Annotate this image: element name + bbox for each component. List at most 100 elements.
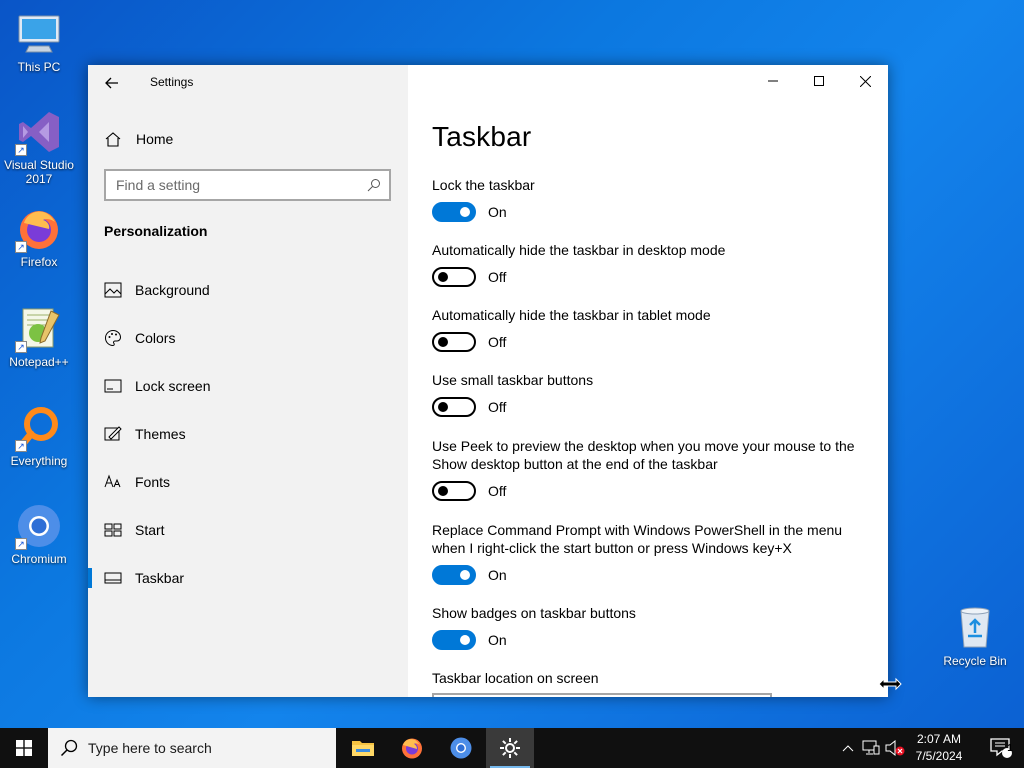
nav-item-background[interactable]: Background — [88, 270, 408, 310]
shortcut-arrow-icon: ↗ — [15, 241, 27, 253]
nav-item-lock-screen[interactable]: Lock screen — [88, 366, 408, 406]
shortcut-arrow-icon: ↗ — [15, 538, 27, 550]
desktop-icon-label: Notepad++ — [9, 355, 69, 369]
desktop-icon-firefox[interactable]: ↗ Firefox — [1, 205, 77, 269]
nav-item-fonts[interactable]: Fonts — [88, 462, 408, 502]
setting-label: Use small taskbar buttons — [432, 372, 594, 388]
setting-location: Taskbar location on screen — [432, 669, 862, 687]
setting-label: Show badges on taskbar buttons — [432, 605, 636, 621]
shortcut-arrow-icon: ↗ — [15, 144, 27, 156]
taskbar-file-explorer[interactable] — [339, 728, 387, 768]
setting-label: Taskbar location on screen — [432, 670, 599, 686]
volume-muted-icon — [885, 740, 905, 756]
home-icon — [105, 132, 121, 147]
clock[interactable]: 2:07 AM 7/5/2024 — [906, 731, 972, 765]
nav-item-label: Fonts — [135, 474, 171, 490]
setting-label: Automatically hide the taskbar in deskto… — [432, 242, 726, 258]
nav-item-label: Start — [135, 522, 165, 538]
fonts-icon — [104, 473, 122, 491]
desktop-icon-label: Firefox — [20, 255, 58, 269]
maximize-icon — [814, 76, 824, 86]
recycle-bin-icon — [951, 603, 999, 651]
visual-studio-icon: ↗ — [15, 108, 63, 156]
nav-item-colors[interactable]: Colors — [88, 318, 408, 358]
toggle-state: On — [488, 632, 507, 648]
show-hidden-icons-button[interactable] — [838, 728, 858, 768]
setting-label: Replace Command Prompt with Windows Powe… — [432, 522, 843, 556]
recycle-bin-label: Recycle Bin — [943, 654, 1007, 668]
back-button[interactable] — [100, 71, 124, 95]
lock-taskbar-toggle[interactable] — [432, 202, 476, 222]
windows-logo-icon — [16, 740, 32, 756]
volume-button[interactable] — [884, 728, 906, 768]
computer-icon — [15, 10, 63, 58]
autohide-tablet-toggle[interactable] — [432, 332, 476, 352]
notepadpp-icon: ↗ — [15, 305, 63, 353]
toggle-state: Off — [488, 334, 507, 350]
chromium-icon: ↗ — [15, 502, 63, 550]
desktop-icon-visual-studio[interactable]: ↗ Visual Studio 2017 — [1, 108, 77, 186]
action-center-button[interactable]: 1 — [978, 728, 1024, 768]
desktop-icon-chromium[interactable]: ↗ Chromium — [1, 502, 77, 566]
taskbar-firefox[interactable] — [388, 728, 436, 768]
setting-small-buttons: Use small taskbar buttons Off — [432, 371, 862, 417]
setting-lock-taskbar: Lock the taskbar On — [432, 176, 862, 222]
page-title: Taskbar — [432, 121, 532, 152]
badges-toggle[interactable] — [432, 630, 476, 650]
nav-item-start[interactable]: Start — [88, 510, 408, 550]
nav-item-themes[interactable]: Themes — [88, 414, 408, 454]
close-button[interactable] — [842, 65, 888, 97]
start-layout-icon — [104, 521, 122, 539]
setting-autohide-desktop: Automatically hide the taskbar in deskto… — [432, 241, 862, 287]
nav-item-label: Colors — [135, 330, 176, 346]
network-button[interactable] — [860, 728, 882, 768]
maximize-button[interactable] — [796, 65, 842, 97]
start-button[interactable] — [0, 728, 48, 768]
network-icon — [862, 740, 880, 755]
autohide-desktop-toggle[interactable] — [432, 267, 476, 287]
taskbar-location-dropdown[interactable] — [432, 693, 772, 697]
taskbar-settings[interactable] — [486, 728, 534, 768]
taskbar-search-box[interactable]: Type here to search — [48, 728, 336, 768]
minimize-button[interactable] — [750, 65, 796, 97]
desktop-icon-label: Everything — [10, 454, 68, 468]
nav-item-label: Taskbar — [135, 570, 185, 586]
settings-gear-icon — [500, 738, 520, 758]
nav-item-label: Themes — [135, 426, 186, 442]
desktop-icon-notepadpp[interactable]: ↗ Notepad++ — [1, 305, 77, 369]
shortcut-arrow-icon: ↗ — [15, 440, 27, 452]
toggle-state: On — [488, 567, 507, 583]
content-pane: Taskbar Lock the taskbar On Automaticall… — [408, 65, 888, 697]
shortcut-arrow-icon: ↗ — [15, 341, 27, 353]
setting-powershell: Replace Command Prompt with Windows Powe… — [432, 521, 862, 585]
themes-icon — [104, 425, 122, 443]
firefox-icon — [402, 738, 422, 759]
find-setting-box[interactable] — [104, 169, 391, 201]
desktop-icon-this-pc[interactable]: This PC — [1, 10, 77, 74]
taskbar-chromium[interactable] — [437, 728, 485, 768]
peek-toggle[interactable] — [432, 481, 476, 501]
setting-autohide-tablet: Automatically hide the taskbar in tablet… — [432, 306, 862, 352]
taskbar-search-placeholder: Type here to search — [88, 740, 212, 756]
settings-window: Settings Home Personalization Background — [88, 65, 888, 697]
find-setting-input[interactable] — [116, 177, 356, 193]
toggle-state: Off — [488, 399, 507, 415]
desktop-icon-recycle-bin[interactable]: Recycle Bin — [937, 603, 1013, 668]
minimize-icon — [768, 80, 778, 82]
palette-icon — [104, 329, 122, 347]
toggle-state: Off — [488, 269, 507, 285]
desktop-icon-everything[interactable]: ↗ Everything — [1, 404, 77, 468]
nav-item-taskbar[interactable]: Taskbar — [88, 558, 408, 598]
title-bar[interactable]: Settings — [88, 65, 408, 99]
chevron-up-icon — [842, 745, 854, 752]
toggle-state: Off — [488, 483, 507, 499]
nav-home[interactable]: Home — [104, 128, 173, 150]
nav-item-label: Background — [135, 282, 210, 298]
setting-label: Use Peek to preview the desktop when you… — [432, 438, 855, 472]
close-icon — [859, 75, 871, 87]
desktop-icon-label: Chromium — [11, 552, 67, 566]
back-arrow-icon — [105, 77, 118, 89]
powershell-toggle[interactable] — [432, 565, 476, 585]
small-buttons-toggle[interactable] — [432, 397, 476, 417]
firefox-icon: ↗ — [15, 205, 63, 253]
